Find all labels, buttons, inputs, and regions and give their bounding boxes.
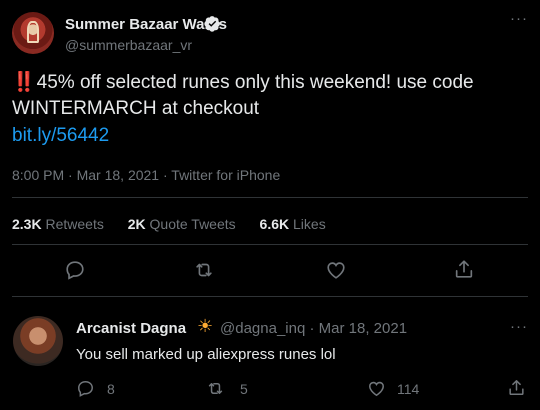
divider — [12, 244, 528, 245]
retweet-icon[interactable] — [193, 259, 215, 281]
reply-date[interactable]: Mar 18, 2021 — [319, 320, 407, 337]
tweet-text-body: 45% off selected runes only this weekend… — [12, 72, 474, 119]
retweets-label: Retweets — [45, 216, 104, 232]
reply-text: You sell marked up aliexpress runes lol — [76, 346, 336, 363]
tweet-time[interactable]: 8:00 PM — [12, 167, 64, 183]
tweet-text: ‼️ 45% off selected runes only this weeke… — [12, 70, 532, 122]
tweet-date[interactable]: Mar 18, 2021 — [77, 167, 160, 183]
tweet-stats: 2.3K Retweets 2K Quote Tweets 6.6K Likes — [12, 216, 346, 232]
reply-more-options-icon[interactable]: ··· — [510, 318, 528, 335]
reply-icon[interactable] — [64, 259, 86, 281]
reply-share-icon[interactable] — [507, 378, 526, 397]
handle[interactable]: @summerbazaar_vr — [65, 37, 192, 53]
reply-handle-date: @dagna_inq · Mar 18, 2021 — [220, 320, 407, 337]
tweet-link[interactable]: bit.ly/56442 — [12, 125, 109, 147]
retweets-count: 2.3K — [12, 216, 42, 232]
avatar[interactable] — [12, 12, 54, 54]
separator: · — [68, 167, 73, 183]
reply-display-name[interactable]: Arcanist Dagna — [76, 320, 186, 337]
reply-reply-icon[interactable] — [76, 379, 95, 398]
reply-retweet-count: 5 — [240, 381, 248, 397]
reply-retweet-icon[interactable] — [206, 379, 225, 398]
likes-stat[interactable]: 6.6K Likes — [260, 216, 326, 232]
reply-like-count: 114 — [397, 381, 420, 397]
reply-reply-count: 8 — [107, 381, 115, 397]
separator: · — [309, 320, 315, 337]
sun-emoji-icon: ☀ — [197, 316, 214, 336]
reply-avatar[interactable] — [13, 316, 63, 366]
verified-badge-icon — [204, 16, 220, 32]
likes-label: Likes — [293, 216, 326, 232]
likes-count: 6.6K — [259, 216, 290, 232]
reply-handle[interactable]: @dagna_inq — [220, 320, 305, 337]
quotes-count: 2K — [127, 216, 146, 232]
double-exclamation-icon: ‼️ — [12, 72, 36, 93]
quote-tweets-stat[interactable]: 2K Quote Tweets — [128, 216, 236, 232]
divider — [12, 197, 528, 198]
tweet-meta: 8:00 PM · Mar 18, 2021 · Twitter for iPh… — [12, 167, 280, 183]
reply-like-icon[interactable] — [367, 379, 386, 398]
share-icon[interactable] — [453, 258, 475, 280]
display-name[interactable]: Summer Bazaar Wares — [65, 16, 227, 33]
more-options-icon[interactable]: ··· — [510, 10, 528, 27]
quotes-label: Quote Tweets — [149, 216, 236, 232]
separator: · — [162, 167, 168, 183]
tweet-source[interactable]: Twitter for iPhone — [171, 167, 280, 183]
retweets-stat[interactable]: 2.3K Retweets — [12, 216, 104, 232]
like-icon[interactable] — [325, 259, 347, 281]
divider — [12, 296, 528, 297]
